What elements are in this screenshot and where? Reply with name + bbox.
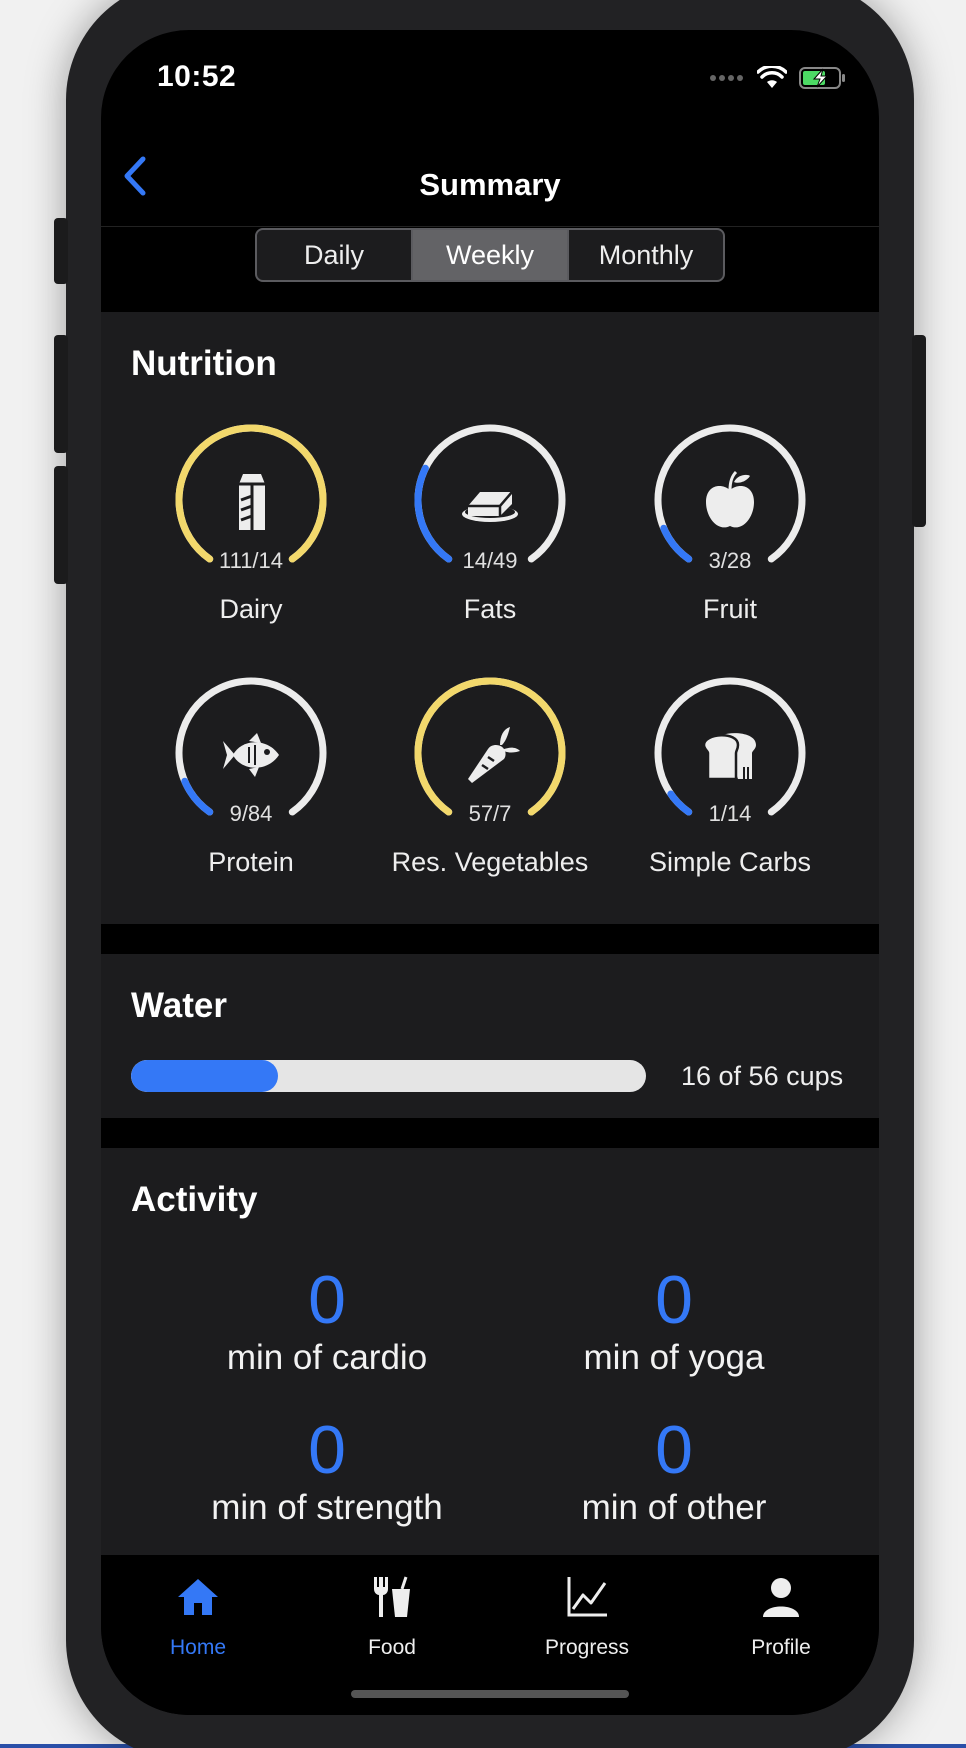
segment-monthly[interactable]: Monthly <box>567 230 723 280</box>
activity-strength: 0 min of strength <box>157 1414 497 1528</box>
tab-progress[interactable]: Progress <box>507 1575 667 1660</box>
activity-cardio: 0 min of cardio <box>157 1264 497 1378</box>
water-cups-text: 16 of 56 cups <box>681 1061 844 1091</box>
home-icon <box>178 1579 218 1615</box>
fats-count: 14/49 <box>462 548 518 573</box>
volume-down-button <box>54 466 68 584</box>
segment-weekly[interactable]: Weekly <box>411 230 567 280</box>
tab-home[interactable]: Home <box>118 1575 278 1660</box>
res-vegetables-count: 57/7 <box>468 801 512 826</box>
water-progress-bar <box>131 1060 646 1092</box>
water-title: Water <box>131 986 227 1025</box>
nutrition-title: Nutrition <box>131 344 277 383</box>
cardio-minutes-value: 0 <box>308 1262 346 1338</box>
cellular-signal-icon <box>710 75 743 81</box>
status-icons <box>709 66 847 90</box>
gauge-fruit[interactable]: 3/28 Fruit <box>650 422 810 624</box>
fats-label: Fats <box>463 594 517 624</box>
strength-label: min of strength <box>211 1488 443 1527</box>
protein-count: 9/84 <box>229 801 273 826</box>
tab-progress-label: Progress <box>544 1636 630 1659</box>
period-segmented-control: Daily Weekly Monthly <box>255 228 725 282</box>
nutrition-card: Nutrition 111/14 Dairy 14/49 Fats 3/28 F… <box>101 312 879 924</box>
fruit-label: Fruit <box>703 594 757 624</box>
gauge-res-vegetables[interactable]: 57/7 Res. Vegetables <box>392 675 588 877</box>
dairy-label: Dairy <box>219 594 283 624</box>
utensils-drink-icon <box>374 1576 410 1617</box>
milk-carton-icon <box>219 470 283 534</box>
power-button <box>912 335 926 527</box>
other-minutes-value: 0 <box>655 1412 693 1488</box>
tab-profile-label: Profile <box>751 1636 811 1659</box>
page-title: Summary <box>419 167 561 202</box>
yoga-label: min of yoga <box>583 1338 765 1377</box>
gauge-fats[interactable]: 14/49 Fats <box>410 422 570 624</box>
activity-title: Activity <box>131 1180 258 1219</box>
water-card: Water 16 of 56 cups <box>101 954 879 1118</box>
status-time: 10:52 <box>157 60 237 93</box>
home-indicator <box>351 1690 629 1698</box>
simple-carbs-label: Simple Carbs <box>648 847 812 877</box>
tab-food-label: Food <box>368 1636 416 1659</box>
battery-charging-icon <box>799 67 845 89</box>
chart-line-icon <box>567 1577 607 1617</box>
tab-profile[interactable]: Profile <box>701 1575 861 1660</box>
res-vegetables-label: Res. Vegetables <box>391 847 589 877</box>
gauge-simple-carbs[interactable]: 1/14 Simple Carbs <box>649 675 811 877</box>
person-icon <box>763 1578 799 1617</box>
protein-label: Protein <box>208 847 294 877</box>
activity-other: 0 min of other <box>504 1414 844 1528</box>
simple-carbs-count: 1/14 <box>708 801 752 826</box>
notch <box>273 30 707 98</box>
strength-minutes-value: 0 <box>308 1412 346 1488</box>
segment-daily[interactable]: Daily <box>257 230 411 280</box>
dairy-count: 111/14 <box>218 548 284 573</box>
water-progress-fill <box>131 1060 279 1092</box>
activity-card: Activity 0 min of cardio 0 min of yoga 0… <box>101 1148 879 1555</box>
mute-switch <box>54 218 68 284</box>
other-label: min of other <box>581 1488 767 1527</box>
bread-icon <box>698 723 762 787</box>
gauge-protein[interactable]: 9/84 Protein <box>171 675 331 877</box>
tab-home-label: Home <box>169 1636 227 1659</box>
activity-yoga: 0 min of yoga <box>504 1264 844 1378</box>
gauge-dairy[interactable]: 111/14 Dairy <box>171 422 331 624</box>
apple-icon <box>698 470 762 534</box>
tab-food[interactable]: Food <box>312 1575 472 1660</box>
cardio-label: min of cardio <box>226 1338 428 1377</box>
fruit-count: 3/28 <box>708 548 752 573</box>
carrot-icon <box>458 723 522 787</box>
phone-screen: 10:52 Summary Daily Weekly Monthly Nutri… <box>101 30 879 1715</box>
wifi-icon <box>757 66 787 88</box>
fish-icon <box>219 723 283 787</box>
butter-icon <box>458 470 522 534</box>
volume-up-button <box>54 335 68 453</box>
yoga-minutes-value: 0 <box>655 1262 693 1338</box>
navigation-bar: Summary <box>101 125 879 227</box>
